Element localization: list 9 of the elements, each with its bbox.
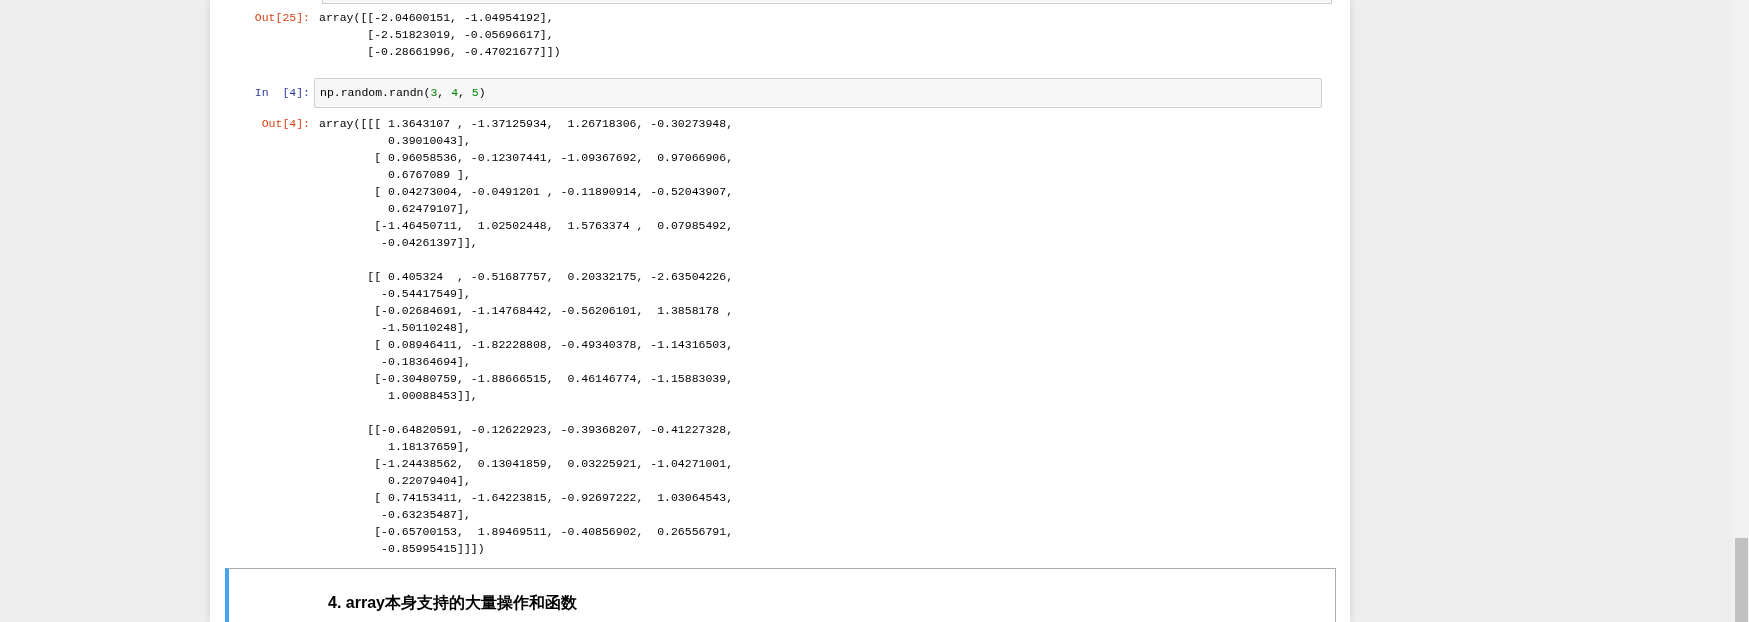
output-prompt: Out[25]: (253, 10, 310, 26)
output-text: array([[-2.04600151, -1.04954192], [-2.51823019, -0.05696617], [-0.28661996, -0.47021677]]) (319, 10, 561, 60)
output-text: array([[[ 1.3643107 , -1.37125934, 1.26718306, -0.30273948, 0.39010043], [ 0.96058536, -0.12307441, -1.09367692, 0.97066906, 0.6767089 ], [ 0.04273004, -0.0491201 , -0.11890914, -0.52043907, 0.62479107], [-1.46450711, 1.02502448, 1.5763374 , 0.07985492, -0.04261397]], [[ 0.405324 , -0.51687757, 0.20332175, -2.63504226, -0.54417549], [-0.02684691, -1.14768442, -0.56206101, 1.3858178 , -1.50110248], [ 0.08946411, -1.82228808, -0.49340378, -1.14316503, -0.18364694], [-0.30480759, -1.88666515, 0.46146774, -1.15883039, 1.00088453]], [[-0.64820591, -0.12622923, -0.39368207, -0.41227328, 1.18137659], [-1.24438562, 0.13041859, 0.03225921, -1.04271001, 0.22079404], [ 0.74153411, -1.64223815, -0.92697222, 1.03064543, -0.63235487], [-0.65700153, 1.89469511, -0.40856902, 0.26556791, -0.85995415]]]) (319, 116, 734, 557)
code-input[interactable]: np.random.randn(3, 4, 5) (314, 78, 1322, 108)
scrollbar-thumb[interactable] (1735, 538, 1748, 622)
section-heading: 4. array本身支持的大量操作和函数 (328, 593, 578, 613)
input-prompt: In [4]: (253, 85, 310, 101)
markdown-cell[interactable]: 4. array本身支持的大量操作和函数 (225, 568, 1336, 622)
output-prompt: Out[4]: (260, 116, 310, 132)
